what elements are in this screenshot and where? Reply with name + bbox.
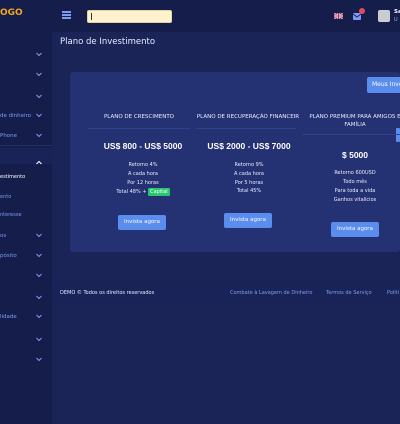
notification-badge	[359, 8, 365, 14]
plan-divider	[196, 128, 296, 129]
plan-frequency: A cada hora	[234, 171, 264, 177]
chevron-down-icon	[36, 354, 44, 366]
chevron-down-icon	[36, 334, 44, 346]
plan-duration: Por 12 horas	[127, 180, 159, 186]
plan-duration: Por 5 horas	[234, 180, 264, 186]
hamburger-menu-icon[interactable]	[62, 11, 71, 19]
sidebar-item-14[interactable]	[0, 354, 52, 366]
plan-price: $ 5000	[342, 150, 368, 160]
sidebar-item-11[interactable]	[0, 292, 52, 304]
plan-title: PLANO DE RECUPERAÇÃO FINANCEIR	[196, 114, 300, 120]
chevron-down-icon	[36, 230, 44, 242]
invest-now-button[interactable]: Invista agora	[224, 213, 272, 228]
sidebar-divider	[0, 145, 52, 146]
plan-frequency: A cada hora	[128, 171, 158, 177]
plan-title: PLANO DE CRESCIMENTO	[103, 114, 175, 120]
capital-badge: Capital	[148, 188, 170, 196]
plan-total: Total 48% + Capital	[88, 188, 198, 196]
sidebar-item-label: os	[0, 233, 7, 239]
plan-divider	[88, 128, 190, 129]
sidebar-item-label: pósito	[0, 253, 17, 259]
sidebar-item-13[interactable]	[0, 334, 52, 346]
sidebar-item-os[interactable]: os	[0, 230, 52, 242]
plan-frequency: Todo mês	[343, 179, 367, 185]
scroll-tab[interactable]	[396, 128, 400, 142]
sidebar-item-label: lidade	[0, 314, 17, 320]
sidebar-item-iphone[interactable]: Phone	[0, 130, 52, 142]
logo: OGO	[0, 8, 23, 18]
chevron-down-icon	[36, 292, 44, 304]
sidebar-item-investimento-group[interactable]	[0, 148, 52, 165]
footer-link-privacy[interactable]: Politi	[387, 290, 399, 296]
plan-return: Retorno 9%	[234, 162, 264, 168]
chevron-down-icon	[36, 49, 44, 61]
invest-now-button[interactable]: Invista agora	[118, 215, 166, 230]
avatar[interactable]	[378, 10, 390, 22]
footer-link-terms[interactable]: Termos de Serviço	[326, 290, 372, 296]
sidebar: OGO de dinheiro Phone estimento ento nte…	[0, 0, 52, 424]
sidebar-item-2[interactable]	[0, 69, 52, 81]
sidebar-item-label: de dinheiro	[0, 113, 32, 119]
sidebar-item-1[interactable]	[0, 49, 52, 61]
sidebar-item-lavagem[interactable]: de dinheiro	[0, 110, 52, 122]
chevron-up-icon	[36, 152, 44, 165]
topbar: Sa U	[52, 0, 400, 32]
sidebar-item-label: Phone	[0, 133, 18, 139]
chevron-down-icon	[36, 130, 44, 142]
plan-return: Retorno 600USD	[334, 170, 376, 176]
sidebar-subitem-2[interactable]: ento	[0, 194, 11, 200]
text-cursor	[91, 13, 92, 20]
chevron-down-icon	[36, 91, 44, 103]
user-name[interactable]: Sa	[394, 9, 400, 15]
footer-copyright: DEMO © Todos os direitos reservados	[60, 290, 155, 296]
sidebar-item-lidade[interactable]: lidade	[0, 311, 52, 323]
my-investments-button[interactable]: Meus Inve	[367, 77, 400, 93]
plan-return: Retorno 4%	[128, 162, 158, 168]
plan-total: Total 45%	[236, 188, 262, 194]
page-title: Plano de Investimento	[60, 37, 156, 47]
sidebar-item-deposito[interactable]: pósito	[0, 250, 52, 262]
sidebar-item-3[interactable]	[0, 91, 52, 103]
plan-total-text: Total 48% +	[116, 189, 147, 195]
plan-title: PLANO PREMIUM PARA AMIGOS E FAMÍLIA	[309, 114, 400, 128]
chevron-down-icon	[36, 110, 44, 122]
chevron-down-icon	[36, 250, 44, 262]
plan-price: US$ 2000 - US$ 7000	[207, 141, 291, 151]
invest-now-button[interactable]: Invista agora	[331, 222, 379, 237]
sidebar-subitem-plano-investimento[interactable]: estimento	[0, 174, 25, 180]
plan-divider	[302, 134, 400, 135]
footer: DEMO © Todos os direitos reservados Comb…	[52, 282, 400, 304]
search-input[interactable]	[87, 10, 172, 23]
chevron-down-icon	[36, 311, 44, 323]
chevron-down-icon	[36, 270, 44, 282]
footer-link-aml[interactable]: Combate à Lavagem de Dinheiro	[230, 290, 312, 296]
plan-duration: Para toda a vida	[334, 188, 376, 194]
uk-flag-icon[interactable]	[334, 13, 343, 19]
chevron-down-icon	[36, 69, 44, 81]
user-role: U	[394, 17, 398, 23]
plan-lifetime: Ganhos vitalícios	[333, 197, 377, 203]
plan-price: US$ 800 - US$ 5000	[103, 141, 183, 151]
sidebar-item-10[interactable]	[0, 270, 52, 282]
sidebar-subitem-juros[interactable]: nteresse	[0, 212, 22, 218]
